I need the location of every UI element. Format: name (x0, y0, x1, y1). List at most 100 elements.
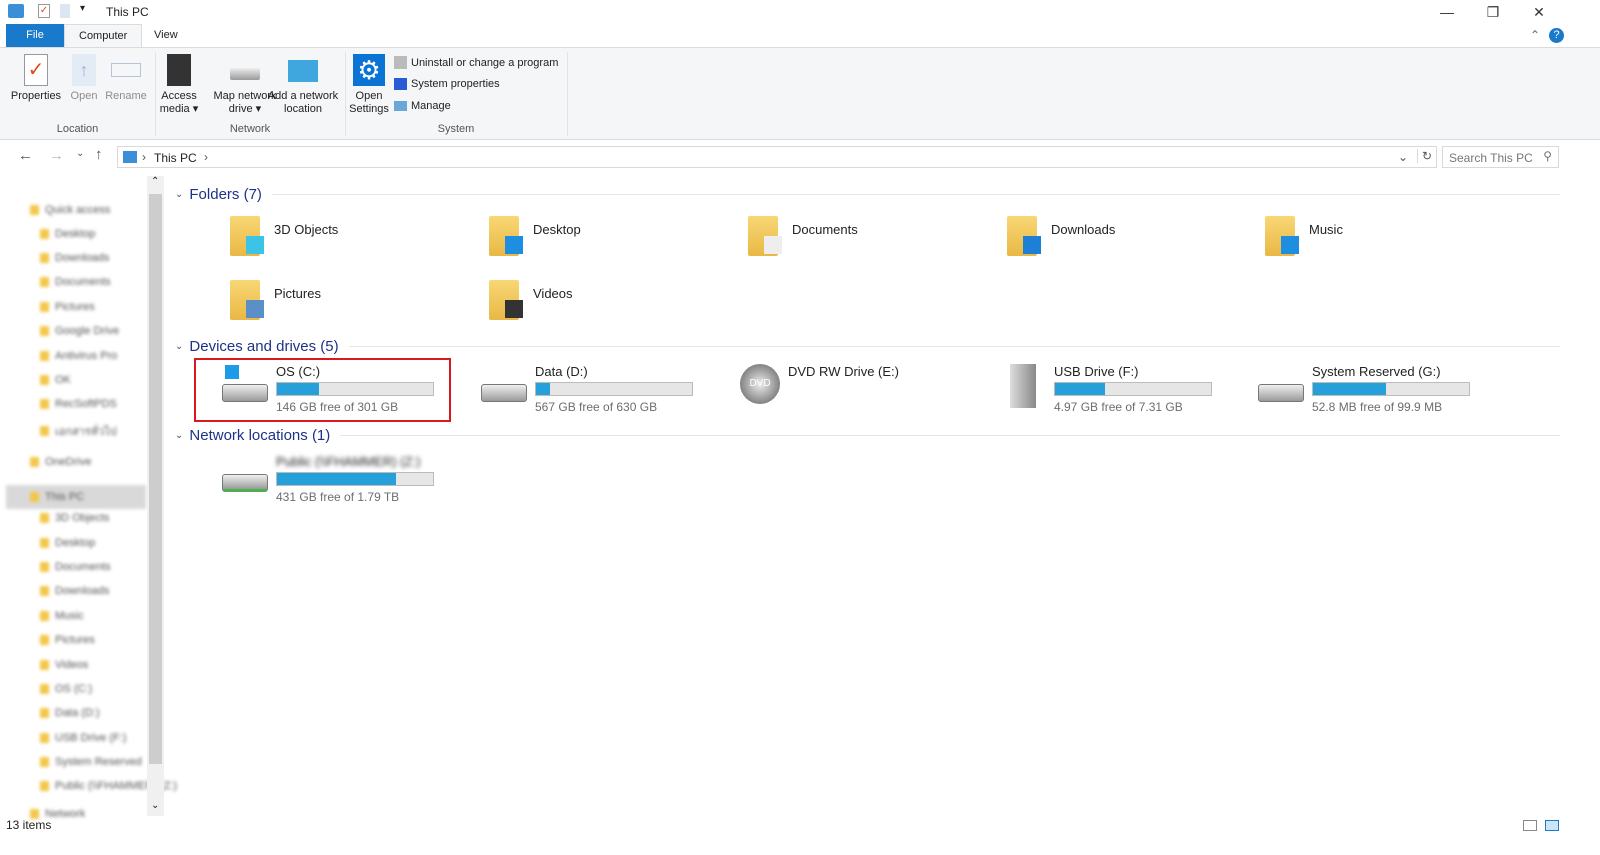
scroll-up-icon[interactable]: ⌃ (151, 176, 159, 187)
folder-item[interactable]: Pictures (230, 280, 321, 320)
customize-qa-icon[interactable]: ▾ (80, 3, 85, 14)
sidebar-item[interactable]: เอกสารทั่วไป (40, 422, 117, 440)
sidebar-item[interactable]: Videos (40, 659, 88, 671)
label: Videos (55, 659, 89, 671)
folder-icon (40, 708, 49, 718)
folder-icon (40, 586, 49, 596)
tab-computer[interactable]: Computer (64, 24, 143, 47)
search-input[interactable]: Search This PC ⚲ (1442, 146, 1559, 168)
sidebar-item[interactable]: OneDrive (30, 456, 91, 468)
network-section-header[interactable]: ⌄ Network locations (1) (175, 427, 1560, 444)
sidebar-item[interactable]: OS (C:) (40, 683, 92, 695)
large-icons-view-icon[interactable] (1545, 820, 1559, 831)
manage-button[interactable]: Manage (394, 100, 451, 112)
label: Properties (10, 90, 62, 102)
sidebar-item[interactable]: Data (D:) (40, 707, 100, 719)
folder-icon (40, 399, 49, 409)
new-folder-qa-icon[interactable] (60, 4, 70, 18)
capacity-bar (535, 382, 693, 396)
properties-qa-icon[interactable]: ✓ (38, 4, 50, 18)
properties-button[interactable]: ✓ Properties (10, 54, 62, 103)
access-media-button[interactable]: Access media ▾ (156, 54, 202, 116)
open-settings-button[interactable]: ⚙ Open Settings (348, 54, 390, 116)
sidebar-item[interactable]: USB Drive (F:) (40, 732, 127, 744)
navigation-scrollbar[interactable]: ⌃ ⌄ (147, 176, 164, 816)
refresh-icon[interactable]: ↻ (1417, 149, 1432, 163)
folder-icon (230, 216, 264, 256)
back-button[interactable]: ← (18, 147, 33, 164)
add-network-location-button[interactable]: Add a network location (266, 54, 340, 116)
folder-item[interactable]: 3D Objects (230, 216, 338, 256)
sidebar-item[interactable]: Google Drive (40, 325, 119, 337)
sidebar-item[interactable]: System Reserved (40, 756, 142, 768)
sidebar-item[interactable]: Downloads (40, 252, 109, 264)
recent-locations-button[interactable]: ⌄ (76, 148, 84, 159)
address-dropdown-icon[interactable]: ⌄ (1398, 150, 1408, 164)
sidebar-item[interactable]: Documents (40, 276, 111, 288)
sidebar-item[interactable]: Desktop (40, 537, 95, 549)
breadcrumb-this-pc[interactable]: This PC (154, 151, 197, 165)
title-bar: ✓ ▾ This PC — ❐ ✕ (0, 0, 1600, 24)
minimize-button[interactable]: — (1424, 0, 1470, 24)
system-properties-button[interactable]: System properties (394, 78, 500, 90)
highlight-box (194, 358, 451, 422)
usb-drive-icon (1010, 364, 1036, 408)
tab-view[interactable]: View (140, 24, 192, 47)
folder-icon (30, 205, 39, 215)
sidebar-item[interactable]: Pictures (40, 634, 95, 646)
this-pc-icon (8, 4, 24, 18)
sidebar-item[interactable]: Music (40, 610, 84, 622)
sidebar-item[interactable]: RecSoftPDS (40, 398, 117, 410)
address-bar[interactable]: › This PC › ⌄ ↻ (117, 146, 1437, 168)
close-button[interactable]: ✕ (1516, 0, 1562, 24)
folder-icon (40, 253, 49, 263)
ribbon: ✓ Properties ↑ Open Rename Location Acce… (0, 47, 1600, 140)
uninstall-program-button[interactable]: Uninstall or change a program (394, 56, 558, 69)
folders-section-header[interactable]: ⌄ Folders (7) (175, 186, 1560, 203)
sidebar-item[interactable]: Downloads (40, 585, 109, 597)
label: Desktop (55, 228, 96, 240)
chevron-icon: ⌄ (175, 341, 184, 352)
folder-item[interactable]: Music (1265, 216, 1343, 256)
folder-item[interactable]: Documents (748, 216, 858, 256)
drive-item[interactable]: USB Drive (F:) 4.97 GB free of 7.31 GB (1000, 364, 1212, 414)
drive-item[interactable]: System Reserved (G:) 52.8 MB free of 99.9… (1258, 364, 1470, 414)
help-icon[interactable]: ? (1549, 28, 1564, 43)
up-button[interactable]: ↑ (95, 146, 103, 163)
drives-section-header[interactable]: ⌄ Devices and drives (5) (175, 338, 1560, 355)
sidebar-item[interactable]: This PC (6, 485, 146, 509)
sidebar-item[interactable]: Documents (40, 561, 111, 573)
drive-item[interactable]: DVD DVD RW Drive (E:) (740, 364, 899, 404)
navigation-pane: Quick access Desktop Downloads Documents Pic… (0, 176, 177, 820)
folder-item[interactable]: Videos (489, 280, 573, 320)
rename-button[interactable]: Rename (104, 54, 148, 103)
breadcrumb-chevron[interactable]: › (204, 150, 208, 164)
scrollbar-thumb[interactable] (149, 194, 162, 764)
tab-file[interactable]: File (6, 24, 64, 47)
sidebar-item[interactable]: Quick access (30, 204, 110, 216)
maximize-button[interactable]: ❐ (1470, 0, 1516, 24)
sidebar-item[interactable]: Pictures (40, 301, 95, 313)
collapse-ribbon-icon[interactable]: ⌃ (1530, 28, 1540, 42)
folder-icon (40, 611, 49, 621)
folder-item[interactable]: Downloads (1007, 216, 1115, 256)
sidebar-item[interactable]: 3D Objects (40, 512, 109, 524)
drive-item[interactable]: Data (D:) 567 GB free of 630 GB (481, 364, 693, 414)
sidebar-item[interactable]: OK (40, 374, 71, 386)
folder-icon (40, 684, 49, 694)
label: Pictures (55, 301, 95, 313)
label: Access (161, 90, 197, 102)
label: Open (355, 90, 383, 102)
network-drive-z[interactable]: Public (\\FHAMMER) (Z:) 431 GB free of 1… (222, 454, 434, 504)
open-button[interactable]: ↑ Open (66, 54, 102, 103)
scroll-down-icon[interactable]: ⌄ (151, 800, 159, 811)
breadcrumb-separator[interactable]: › (142, 150, 146, 164)
label: USB Drive (F:) (55, 732, 127, 744)
sidebar-item[interactable]: Desktop (40, 228, 95, 240)
forward-button[interactable]: → (49, 147, 64, 164)
folder-item[interactable]: Desktop (489, 216, 581, 256)
details-view-icon[interactable] (1523, 820, 1537, 831)
sidebar-item[interactable]: Antivirus Pro (40, 350, 117, 362)
folder-icon (489, 216, 523, 256)
folder-icon (30, 457, 39, 467)
